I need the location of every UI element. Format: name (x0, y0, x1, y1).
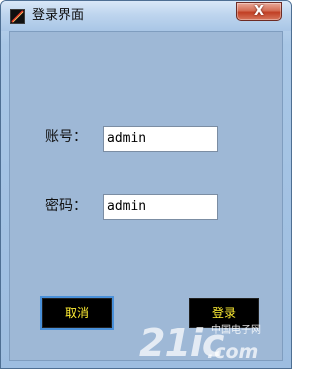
cancel-button[interactable]: 取消 (40, 296, 114, 330)
login-button[interactable]: 登录 (189, 298, 259, 328)
close-button[interactable]: X (236, 2, 282, 21)
account-label: 账号： (45, 129, 87, 145)
title-bar[interactable]: 登录界面 X (1, 1, 291, 31)
pen-icon (10, 9, 25, 24)
close-icon: X (253, 4, 265, 19)
account-input[interactable]: admin (103, 126, 218, 152)
window-title: 登录界面 (32, 8, 85, 23)
form-panel: 账号： admin 密码： admin 取消 登录 (9, 31, 283, 361)
password-input[interactable]: admin (103, 194, 218, 220)
login-window: 登录界面 X 账号： admin 密码： admin 取消 登录 21ic 中国… (0, 0, 292, 369)
password-label: 密码： (45, 198, 87, 214)
